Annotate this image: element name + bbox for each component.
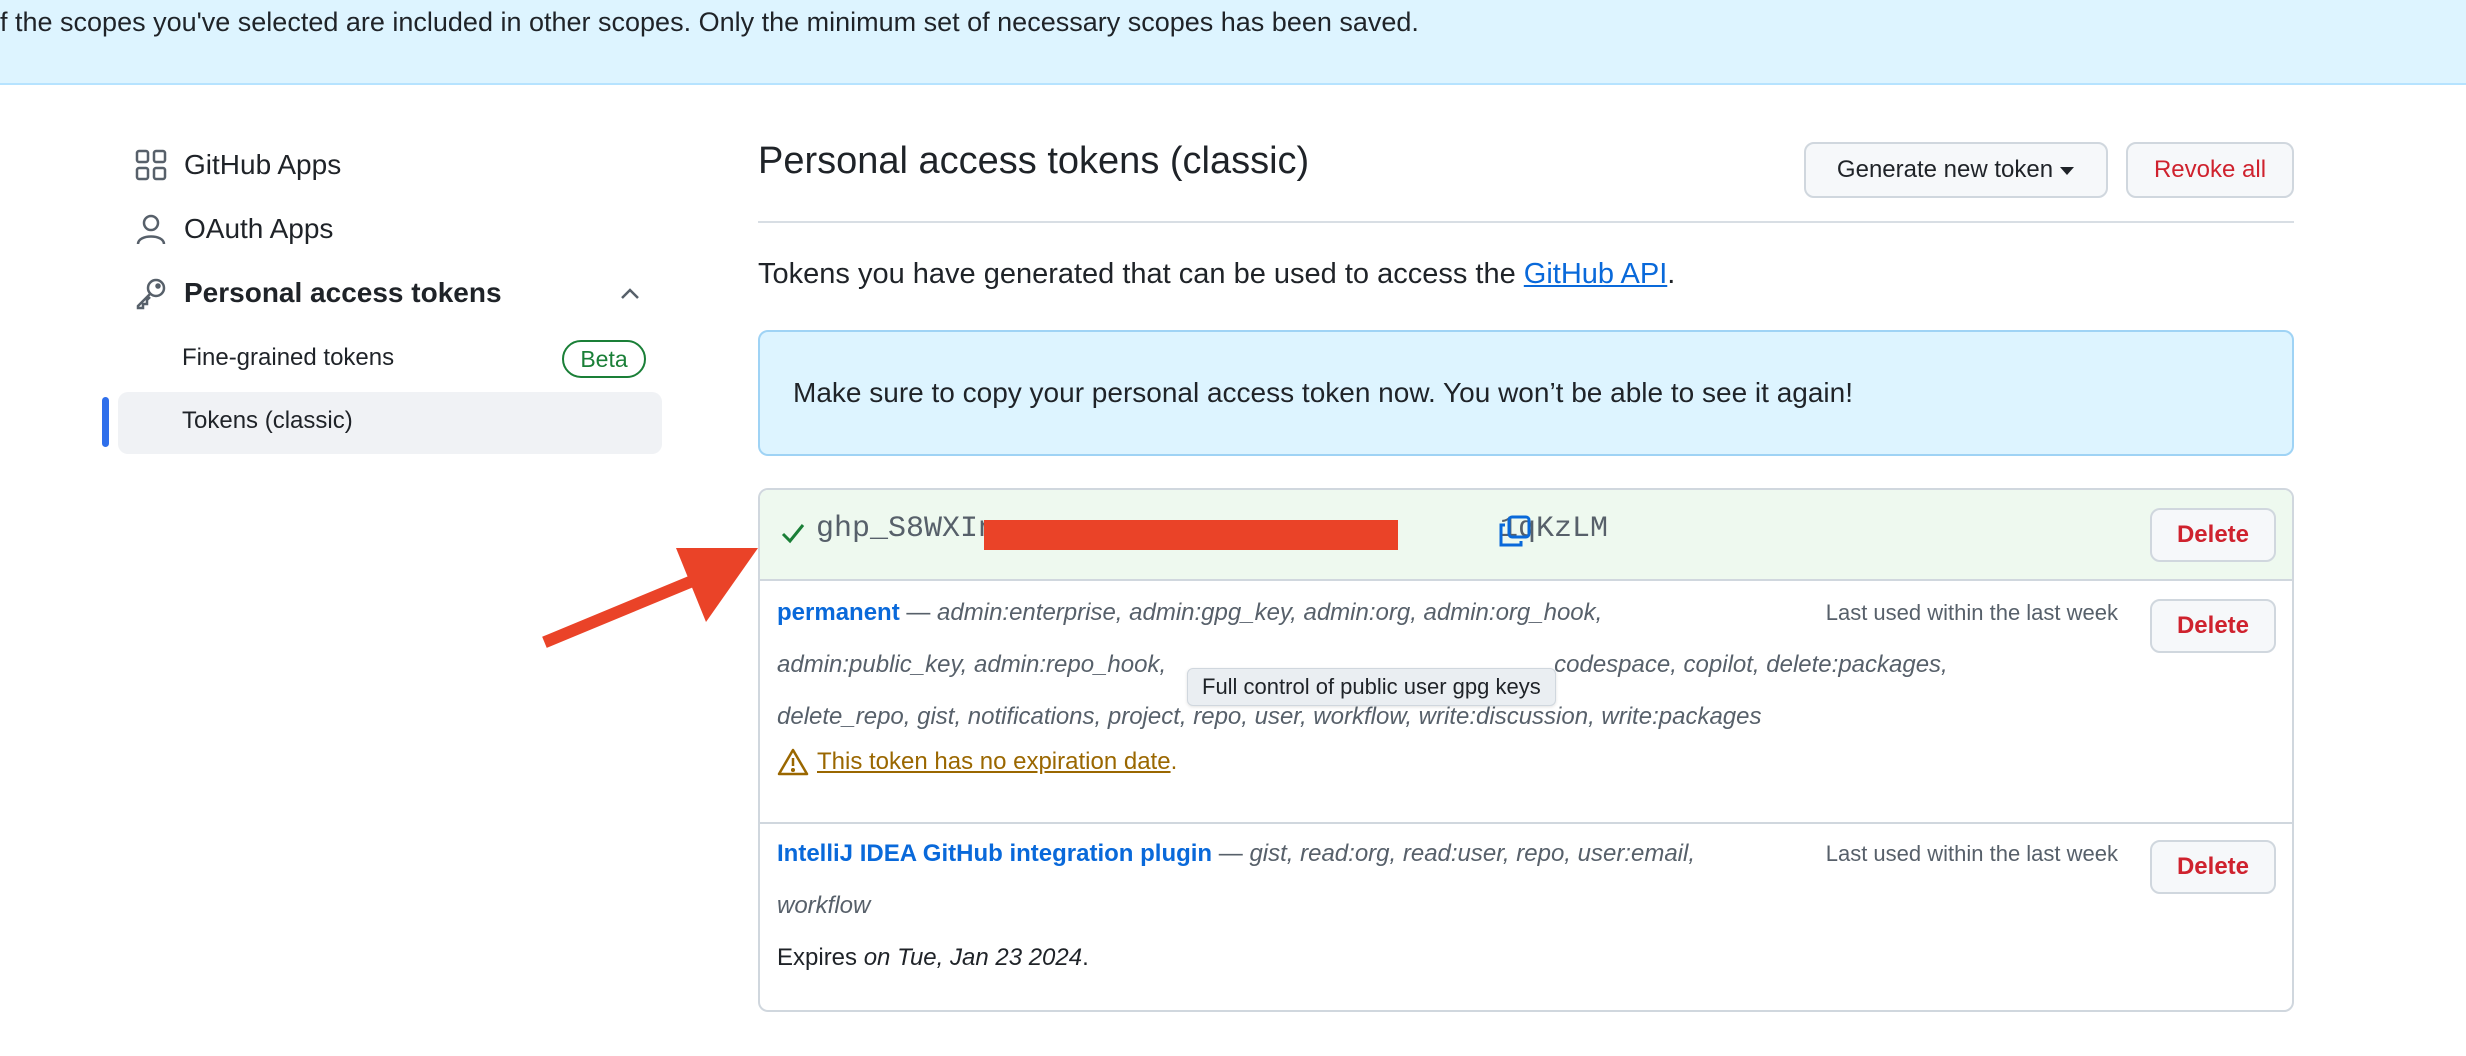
- generate-new-token-button[interactable]: Generate new token: [1804, 142, 2108, 198]
- sidebar-item-github-apps[interactable]: GitHub Apps: [134, 148, 341, 182]
- expires-label: Expires: [777, 944, 864, 971]
- token-scopes: gist, read:org, read:user, repo, user:em…: [1249, 840, 1695, 867]
- sidebar-item-oauth-apps[interactable]: OAuth Apps: [134, 212, 333, 246]
- sidebar-subitem-label: Fine-grained tokens: [182, 344, 395, 371]
- scope-tooltip: Full control of public user gpg keys: [1187, 668, 1556, 706]
- token-row-intellij: IntelliJ IDEA GitHub integration plugin …: [760, 824, 2292, 1010]
- token-dash: —: [1212, 840, 1250, 867]
- token-scopes: admin:enterprise, admin:gpg_key, admin:o…: [937, 599, 1603, 626]
- copy-icon[interactable]: [1498, 514, 1532, 548]
- apps-grid-icon: [134, 148, 168, 182]
- tokens-list: ghp_S8WXIn 1qKzLM Delete permanent — admi…: [758, 488, 2294, 1012]
- github-api-link[interactable]: GitHub API: [1524, 258, 1667, 290]
- sidebar-item-personal-access-tokens[interactable]: Personal access tokens: [134, 276, 502, 310]
- caret-down-icon: [2059, 156, 2075, 184]
- expiration-warning: This token has no expiration date.: [777, 747, 1177, 777]
- expires-date: on Tue, Jan 23 2024: [863, 944, 1083, 971]
- sidebar-item-label: GitHub Apps: [184, 149, 342, 180]
- redaction-bar: [984, 520, 1398, 550]
- token-scopes: admin:public_key, admin:repo_hook,: [777, 651, 1167, 678]
- generate-button-label: Generate new token: [1836, 156, 2054, 183]
- sidebar-subitem-label: Tokens (classic): [182, 407, 353, 434]
- token-row-permanent: permanent — admin:enterprise, admin:gpg_…: [760, 583, 2292, 776]
- title-divider: [758, 221, 2294, 223]
- delete-token-button[interactable]: Delete: [2150, 599, 2276, 653]
- annotation-arrow-icon: [542, 548, 758, 648]
- delete-new-token-button[interactable]: Delete: [2150, 508, 2276, 562]
- sidebar-item-fine-grained-tokens[interactable]: Fine-grained tokens: [182, 344, 394, 372]
- token-scopes-line: workflow: [777, 892, 871, 919]
- token-scopes-line: IntelliJ IDEA GitHub integration plugin …: [777, 840, 1695, 868]
- key-icon: [134, 276, 168, 310]
- copy-token-notice: Make sure to copy your personal access t…: [758, 330, 2294, 456]
- intro-text-body: Tokens you have generated that can be us…: [758, 258, 1524, 290]
- warning-end: .: [1170, 748, 1178, 775]
- intro-text-end: .: [1667, 258, 1676, 290]
- token-scopes-line: permanent — admin:enterprise, admin:gpg_…: [777, 599, 1602, 627]
- token-dash: —: [899, 599, 938, 626]
- no-expiration-link[interactable]: This token has no expiration date: [817, 748, 1171, 776]
- alert-triangle-icon: [777, 747, 809, 777]
- scopes-flash-banner: f the scopes you've selected are include…: [0, 0, 2466, 85]
- flash-text: f the scopes you've selected are include…: [0, 7, 1419, 37]
- last-used-text: Last used within the last week: [1825, 600, 2118, 625]
- expires-text: Expires on Tue, Jan 23 2024.: [777, 944, 1089, 972]
- check-icon: [780, 520, 806, 546]
- token-scopes: codespace, copilot, delete:packages,: [1554, 651, 1948, 678]
- page-title: Personal access tokens (classic): [758, 140, 1310, 182]
- chevron-up-icon[interactable]: [618, 282, 642, 306]
- last-used-text: Last used within the last week: [1825, 841, 2118, 866]
- notice-text: Make sure to copy your personal access t…: [793, 377, 1853, 408]
- new-token-row: ghp_S8WXIn 1qKzLM Delete: [760, 490, 2292, 581]
- token-scopes-line: delete_repo, gist, notifications, projec…: [777, 703, 1762, 730]
- token-name-link[interactable]: IntelliJ IDEA GitHub integration plugin: [777, 840, 1212, 867]
- person-icon: [134, 212, 168, 246]
- revoke-all-button[interactable]: Revoke all: [2126, 142, 2294, 198]
- sidebar-item-label: OAuth Apps: [184, 213, 334, 244]
- delete-token-button[interactable]: Delete: [2150, 840, 2276, 894]
- intro-text: Tokens you have generated that can be us…: [758, 258, 1675, 291]
- sidebar-subitem-tokens-classic-label: Tokens (classic): [182, 407, 353, 435]
- sidebar-item-label: Personal access tokens: [184, 277, 502, 308]
- token-prefix: ghp_S8WXIn: [816, 512, 997, 546]
- expires-end: .: [1082, 944, 1089, 971]
- token-name-link[interactable]: permanent: [777, 599, 900, 626]
- beta-badge: Beta: [562, 340, 646, 378]
- selected-indicator: [102, 397, 109, 447]
